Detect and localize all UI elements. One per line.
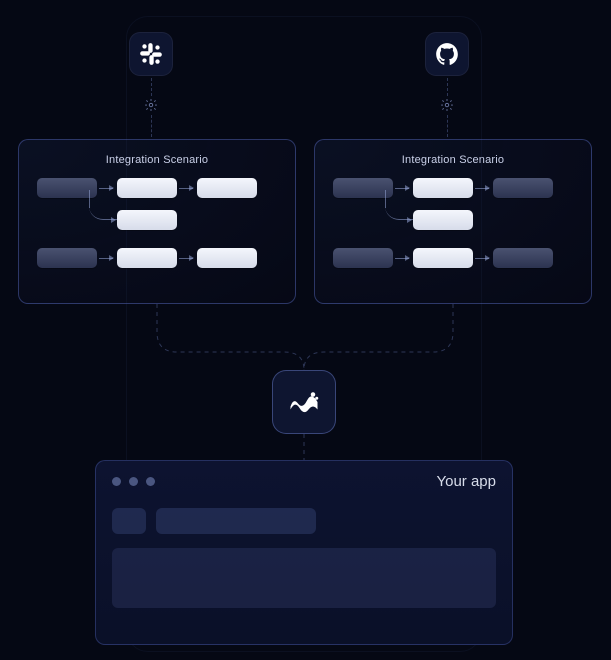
slack-icon (129, 32, 173, 76)
integration-scenario-panel-left: Integration Scenario (18, 139, 296, 304)
window-dot (129, 477, 138, 486)
github-icon (425, 32, 469, 76)
brand-app-icon (272, 370, 336, 434)
connector-line (447, 115, 448, 137)
flow-arrow (385, 190, 413, 220)
window-titlebar: Your app (112, 473, 496, 490)
placeholder-row (112, 508, 496, 534)
flow-arrow (475, 188, 489, 189)
flow-node (413, 178, 473, 198)
flow-arrow (99, 188, 113, 189)
window-dot (112, 477, 121, 486)
placeholder-block (156, 508, 316, 534)
window-dot (146, 477, 155, 486)
flow-arrow (179, 258, 193, 259)
panel-title: Integration Scenario (331, 154, 575, 166)
connector-line (151, 115, 152, 137)
flow-arrow (179, 188, 193, 189)
window-title: Your app (436, 473, 496, 490)
flow-node (197, 248, 257, 268)
window-traffic-lights (112, 477, 155, 486)
flow-arrow (99, 258, 113, 259)
your-app-window: Your app (95, 460, 513, 645)
flow-node (37, 248, 97, 268)
flow-arrow (111, 217, 116, 223)
flow-node (117, 248, 177, 268)
flow-node (493, 248, 553, 268)
flow-node (197, 178, 257, 198)
flow-node (37, 178, 97, 198)
flow-arrow (407, 217, 412, 223)
flow-node (493, 178, 553, 198)
flow-node (413, 248, 473, 268)
flow-node (413, 210, 473, 230)
flow-diagram (331, 178, 575, 288)
panel-title: Integration Scenario (35, 154, 279, 166)
flow-diagram (35, 178, 279, 288)
flow-node (117, 210, 177, 230)
flow-node (117, 178, 177, 198)
connector-line (151, 78, 152, 96)
gear-icon (439, 97, 455, 113)
gear-icon (143, 97, 159, 113)
flow-arrow (395, 258, 409, 259)
connector-line (447, 78, 448, 96)
integration-scenario-panel-right: Integration Scenario (314, 139, 592, 304)
flow-arrow (475, 258, 489, 259)
placeholder-block (112, 548, 496, 608)
flow-arrow (395, 188, 409, 189)
flow-arrow (89, 190, 117, 220)
flow-node (333, 248, 393, 268)
placeholder-block (112, 508, 146, 534)
flow-node (333, 178, 393, 198)
